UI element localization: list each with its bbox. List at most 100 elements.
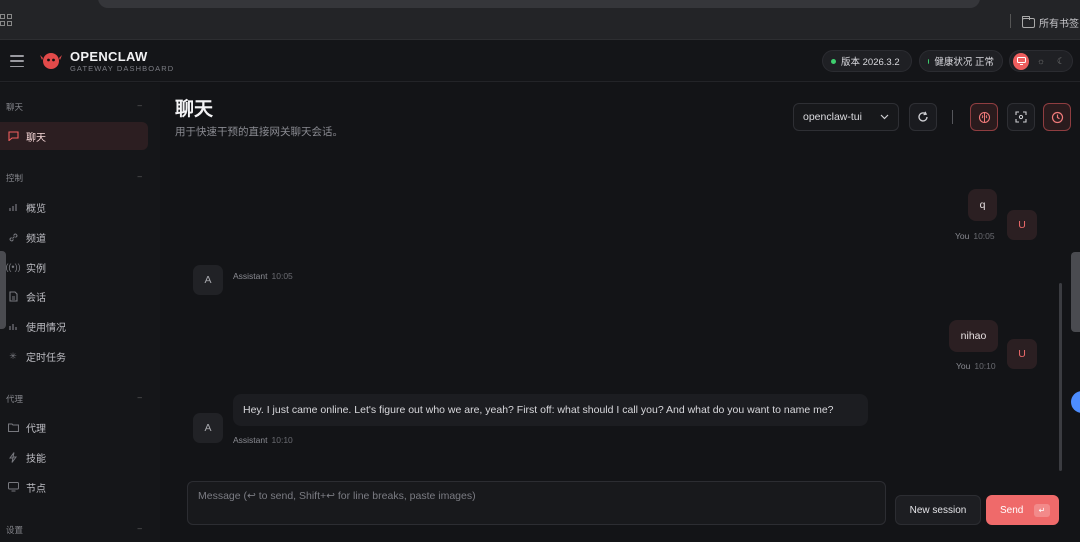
apps-grid-icon[interactable] — [0, 14, 12, 26]
focus-mode-button[interactable] — [1007, 103, 1035, 131]
sidebar-item-overview[interactable]: 概览 — [0, 193, 148, 221]
message-time: 10:10 — [271, 435, 293, 445]
sidebar-item-label: 频道 — [26, 233, 46, 245]
avatar: A — [193, 413, 223, 443]
message-text: q — [979, 199, 986, 211]
avatar-letter: A — [204, 422, 212, 434]
brand-title: OPENCLAW — [70, 49, 148, 64]
history-button[interactable] — [1043, 103, 1071, 131]
chevron-down-icon — [880, 111, 889, 123]
sidebar-item-label: 概览 — [26, 203, 46, 215]
collapse-icon[interactable]: – — [138, 101, 142, 113]
user-message-bubble: q — [968, 189, 997, 221]
sidebar-item-label: 使用情况 — [26, 322, 66, 334]
sidebar-item-channels[interactable]: 频道 — [0, 223, 148, 251]
all-bookmarks-button[interactable]: 所有书签 — [1022, 15, 1079, 30]
status-dot-icon — [831, 58, 836, 64]
moon-icon[interactable]: ☾ — [1053, 53, 1069, 70]
sun-icon[interactable]: ☼ — [1033, 53, 1049, 70]
section-label: 聊天 — [6, 102, 24, 112]
page-subtitle: 用于快速干预的直接网关聊天会话。 — [175, 126, 343, 138]
message-meta: Assistant 10:10 — [233, 435, 293, 445]
sidebar-item-skills[interactable]: 技能 — [0, 443, 148, 471]
sidebar-section-agent[interactable]: 代理 – — [6, 393, 142, 405]
messages-scrollbar[interactable] — [1059, 283, 1062, 471]
message-composer — [187, 481, 886, 525]
version-badge: 版本 2026.3.2 — [822, 50, 912, 72]
radio-signal-icon: ((•)) — [5, 262, 21, 272]
version-label: 版本 2026.3.2 — [841, 57, 900, 68]
toolbar-divider — [1010, 14, 1011, 28]
document-icon — [7, 290, 19, 302]
sidebar-item-label: 定时任务 — [26, 352, 66, 364]
clock-icon — [1051, 111, 1063, 123]
sidebar-item-instances[interactable]: ((•)) 实例 — [0, 253, 148, 281]
app-header: OPENCLAW GATEWAY DASHBOARD 版本 2026.3.2 健… — [0, 40, 1080, 82]
refresh-button[interactable] — [909, 103, 937, 131]
theme-switcher: ☼ ☾ — [1009, 50, 1073, 72]
lightning-icon — [7, 451, 19, 463]
page-scroll-handle[interactable] — [1071, 252, 1080, 332]
message-meta: Assistant 10:05 — [233, 271, 293, 281]
sidebar-section-control[interactable]: 控制 – — [6, 172, 142, 184]
sidebar-item-usage[interactable]: 使用情况 — [0, 312, 148, 340]
focus-icon — [1015, 111, 1027, 123]
new-session-button[interactable]: New session — [895, 495, 981, 525]
address-bar[interactable] — [98, 0, 980, 8]
sidebar-section-chat[interactable]: 聊天 – — [6, 101, 142, 113]
enter-key-icon: ↵ — [1034, 503, 1050, 517]
sender-name: Assistant — [233, 435, 268, 445]
toolbar-divider — [952, 110, 953, 124]
avatar-letter: A — [204, 274, 212, 286]
sidebar-item-agents[interactable]: 代理 — [0, 413, 148, 441]
chat-bubble-icon — [7, 130, 19, 142]
sidebar-item-nodes[interactable]: 节点 — [0, 473, 148, 501]
send-button[interactable]: Send ↵ — [986, 495, 1059, 525]
section-label: 设置 — [6, 525, 24, 535]
sidebar-item-label: 节点 — [26, 483, 46, 495]
avatar: A — [193, 265, 223, 295]
sidebar-item-sessions[interactable]: 会话 — [0, 282, 148, 310]
status-dot-icon — [928, 58, 930, 64]
sidebar-item-label: 技能 — [26, 453, 46, 465]
message-time: 10:10 — [974, 361, 996, 371]
send-label: Send — [1000, 504, 1024, 516]
bar-chart-icon — [7, 201, 19, 213]
bookmarks-label: 所有书签 — [1039, 19, 1079, 30]
collapse-icon[interactable]: – — [138, 524, 142, 536]
sender-name: You — [956, 361, 971, 371]
page-title: 聊天 — [175, 99, 214, 120]
loader-icon: ✳ — [9, 350, 17, 361]
refresh-icon — [918, 111, 928, 122]
message-input[interactable] — [188, 482, 885, 524]
collapse-icon[interactable]: – — [138, 172, 142, 184]
sidebar-item-label: 代理 — [26, 423, 46, 435]
monitor-icon[interactable] — [1013, 52, 1029, 70]
sidebar-item-label: 实例 — [26, 263, 46, 275]
message-meta: You 10:05 — [955, 231, 995, 241]
folder-icon — [1022, 15, 1035, 28]
collapse-icon[interactable]: – — [138, 393, 142, 405]
avatar-letter: U — [1018, 219, 1026, 231]
session-select-value: openclaw-tui — [803, 111, 862, 123]
avatar: U — [1007, 210, 1037, 240]
sidebar-item-chat[interactable]: 聊天 — [0, 122, 148, 150]
message-time: 10:05 — [271, 271, 293, 281]
sidebar-scroll-handle[interactable] — [0, 251, 6, 329]
section-label: 代理 — [6, 394, 24, 404]
message-time: 10:05 — [973, 231, 995, 241]
health-badge: 健康状况 正常 — [919, 50, 1003, 72]
sidebar-section-settings[interactable]: 设置 – — [6, 524, 142, 536]
floating-assistant-button[interactable] — [1071, 391, 1080, 413]
thinking-toggle-button[interactable] — [970, 103, 998, 131]
brain-icon — [978, 111, 990, 123]
sidebar-item-cron[interactable]: ✳ 定时任务 — [0, 342, 148, 370]
sidebar: 聊天 – 聊天 控制 – 概览 频道 ((•)) 实例 会话 使用情况 ✳ 定时… — [0, 83, 160, 542]
link-icon — [7, 231, 19, 243]
menu-icon[interactable] — [10, 55, 24, 67]
sender-name: Assistant — [233, 271, 268, 281]
session-select[interactable]: openclaw-tui — [793, 103, 899, 131]
brand-subtitle: GATEWAY DASHBOARD — [70, 64, 175, 73]
folder-icon — [7, 421, 19, 433]
new-session-label: New session — [909, 504, 967, 516]
